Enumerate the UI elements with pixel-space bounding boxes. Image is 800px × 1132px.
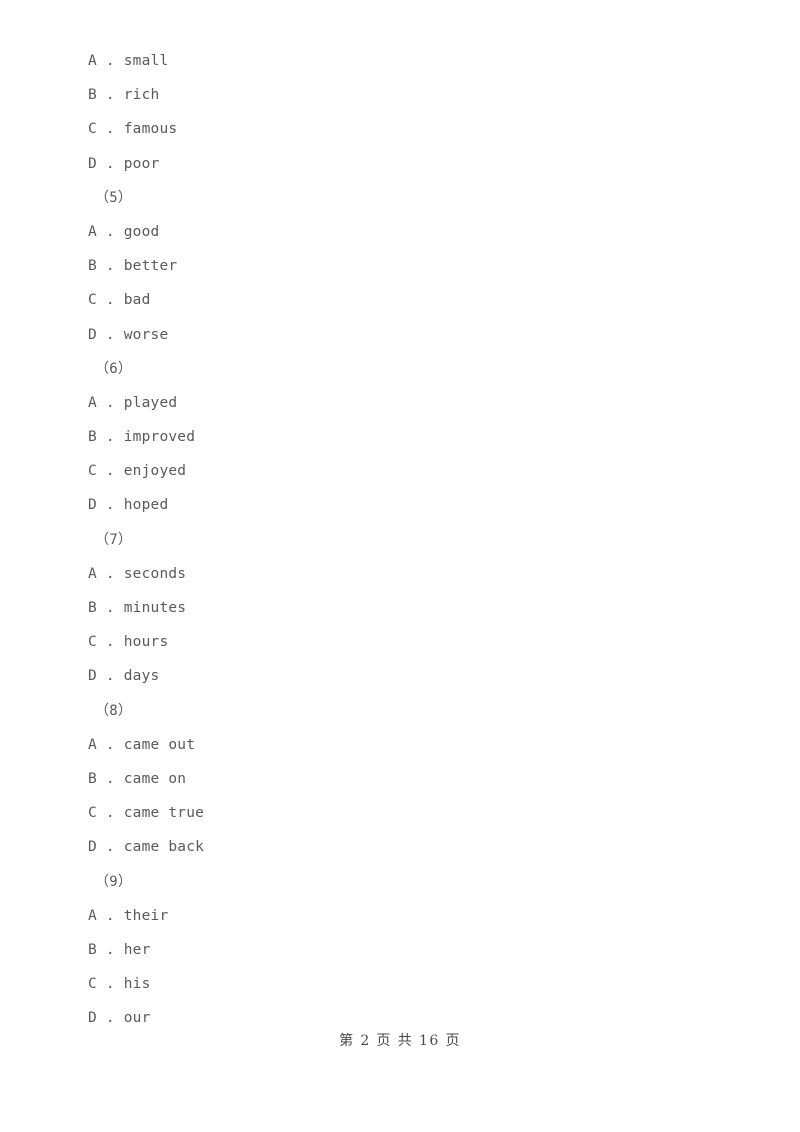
option-line: D . days [88,668,160,685]
page-footer: 第 2 页 共 16 页 [339,1033,461,1049]
option-line: B . minutes [88,600,187,616]
option-line: B . better [88,258,178,275]
option-line: A . good [88,223,160,240]
option-line: C . hours [88,634,169,651]
option-line: C . enjoyed [88,463,187,480]
option-line: A . played [88,394,178,411]
option-line: A . small [88,53,169,69]
option-line: C . famous [88,121,178,138]
option-line: B . rich [88,87,160,104]
question-number: （7） [95,531,133,548]
option-line: A . their [88,907,169,924]
question-number: （8） [95,702,133,719]
option-line: C . came true [88,805,205,822]
question-number: （5） [95,189,133,206]
question-number: （9） [95,873,133,890]
option-line: D . came back [88,839,205,856]
option-line: A . came out [88,736,196,753]
option-line: C . bad [88,292,151,309]
option-line: B . came on [88,770,187,787]
question-number: （6） [95,360,133,377]
option-line: B . improved [88,429,196,446]
page-content: A . small B . rich C . famous D . poor （… [0,0,800,1035]
option-line: D . poor [88,155,160,172]
option-line: A . seconds [88,565,187,582]
option-line: B . her [88,941,151,958]
option-line: D . hoped [88,497,169,514]
option-line: D . worse [88,326,169,343]
option-line: C . his [88,976,151,993]
document-page: A . small B . rich C . famous D . poor （… [0,0,800,1132]
